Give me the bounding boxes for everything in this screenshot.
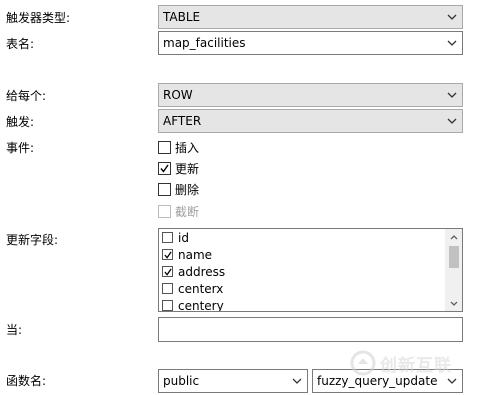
column-label: address xyxy=(178,264,226,279)
event-delete-label: 删除 xyxy=(175,182,200,197)
check-icon xyxy=(164,268,172,276)
checkbox-box xyxy=(158,204,171,218)
table-name-label: 表名: xyxy=(6,37,35,51)
checkbox-box xyxy=(162,232,173,243)
fires-value: AFTER xyxy=(163,114,202,128)
event-delete-checkbox[interactable]: 删除 xyxy=(158,181,199,197)
function-schema-value: public xyxy=(163,374,200,388)
event-update-label: 更新 xyxy=(175,161,200,176)
list-item[interactable]: centery xyxy=(162,297,224,312)
table-name-select[interactable]: map_facilities xyxy=(158,31,463,55)
scroll-up-arrow-icon[interactable] xyxy=(446,229,462,245)
logo-icon xyxy=(350,350,376,376)
checkbox-box xyxy=(158,140,171,154)
function-name-label: 函数名: xyxy=(6,374,47,388)
chevron-down-icon xyxy=(291,370,303,392)
checkbox-box xyxy=(162,300,173,311)
list-item[interactable]: address xyxy=(162,263,225,280)
checkbox-box xyxy=(158,182,171,196)
checkbox-box xyxy=(162,283,173,294)
when-label: 当: xyxy=(6,323,23,337)
event-insert-label: 插入 xyxy=(175,140,200,155)
chevron-down-icon xyxy=(446,84,458,106)
column-label: id xyxy=(178,230,189,245)
column-label: name xyxy=(178,247,213,262)
for-each-select[interactable]: ROW xyxy=(158,83,463,107)
chevron-down-icon xyxy=(446,6,458,28)
fires-label: 触发: xyxy=(6,115,35,129)
trigger-type-select[interactable]: TABLE xyxy=(158,5,463,29)
check-icon xyxy=(160,164,169,173)
event-truncate-label: 截断 xyxy=(175,204,200,219)
list-item[interactable]: centerx xyxy=(162,280,223,297)
check-icon xyxy=(164,251,172,259)
function-schema-select[interactable]: public xyxy=(158,369,308,393)
for-each-label: 给每个: xyxy=(6,89,47,103)
column-label: centerx xyxy=(178,281,224,296)
list-item[interactable]: id xyxy=(162,229,189,246)
checkbox-box xyxy=(158,161,171,175)
event-update-checkbox[interactable]: 更新 xyxy=(158,160,199,176)
update-columns-list[interactable]: id name address centerx centery xyxy=(158,228,463,312)
table-name-value: map_facilities xyxy=(163,36,246,50)
trigger-type-label: 触发器类型: xyxy=(6,11,71,25)
when-condition-input[interactable] xyxy=(158,317,463,342)
scroll-down-arrow-icon[interactable] xyxy=(446,295,462,311)
checkbox-box xyxy=(162,266,173,277)
scrollbar-thumb[interactable] xyxy=(449,246,459,268)
chevron-down-icon xyxy=(446,110,458,132)
vertical-scrollbar[interactable] xyxy=(445,229,462,311)
watermark-logo: 创新互联 xyxy=(350,348,487,378)
fires-select[interactable]: AFTER xyxy=(158,109,463,133)
event-truncate-checkbox: 截断 xyxy=(158,203,199,219)
update-fields-label: 更新字段: xyxy=(6,233,59,247)
list-item[interactable]: name xyxy=(162,246,212,263)
watermark-text: 创新互联 xyxy=(380,355,452,376)
event-insert-checkbox[interactable]: 插入 xyxy=(158,139,199,155)
column-label: centery xyxy=(178,298,224,312)
for-each-value: ROW xyxy=(163,88,193,102)
events-label: 事件: xyxy=(6,141,35,155)
trigger-type-value: TABLE xyxy=(163,10,201,24)
chevron-down-icon xyxy=(446,32,458,54)
checkbox-box xyxy=(162,249,173,260)
